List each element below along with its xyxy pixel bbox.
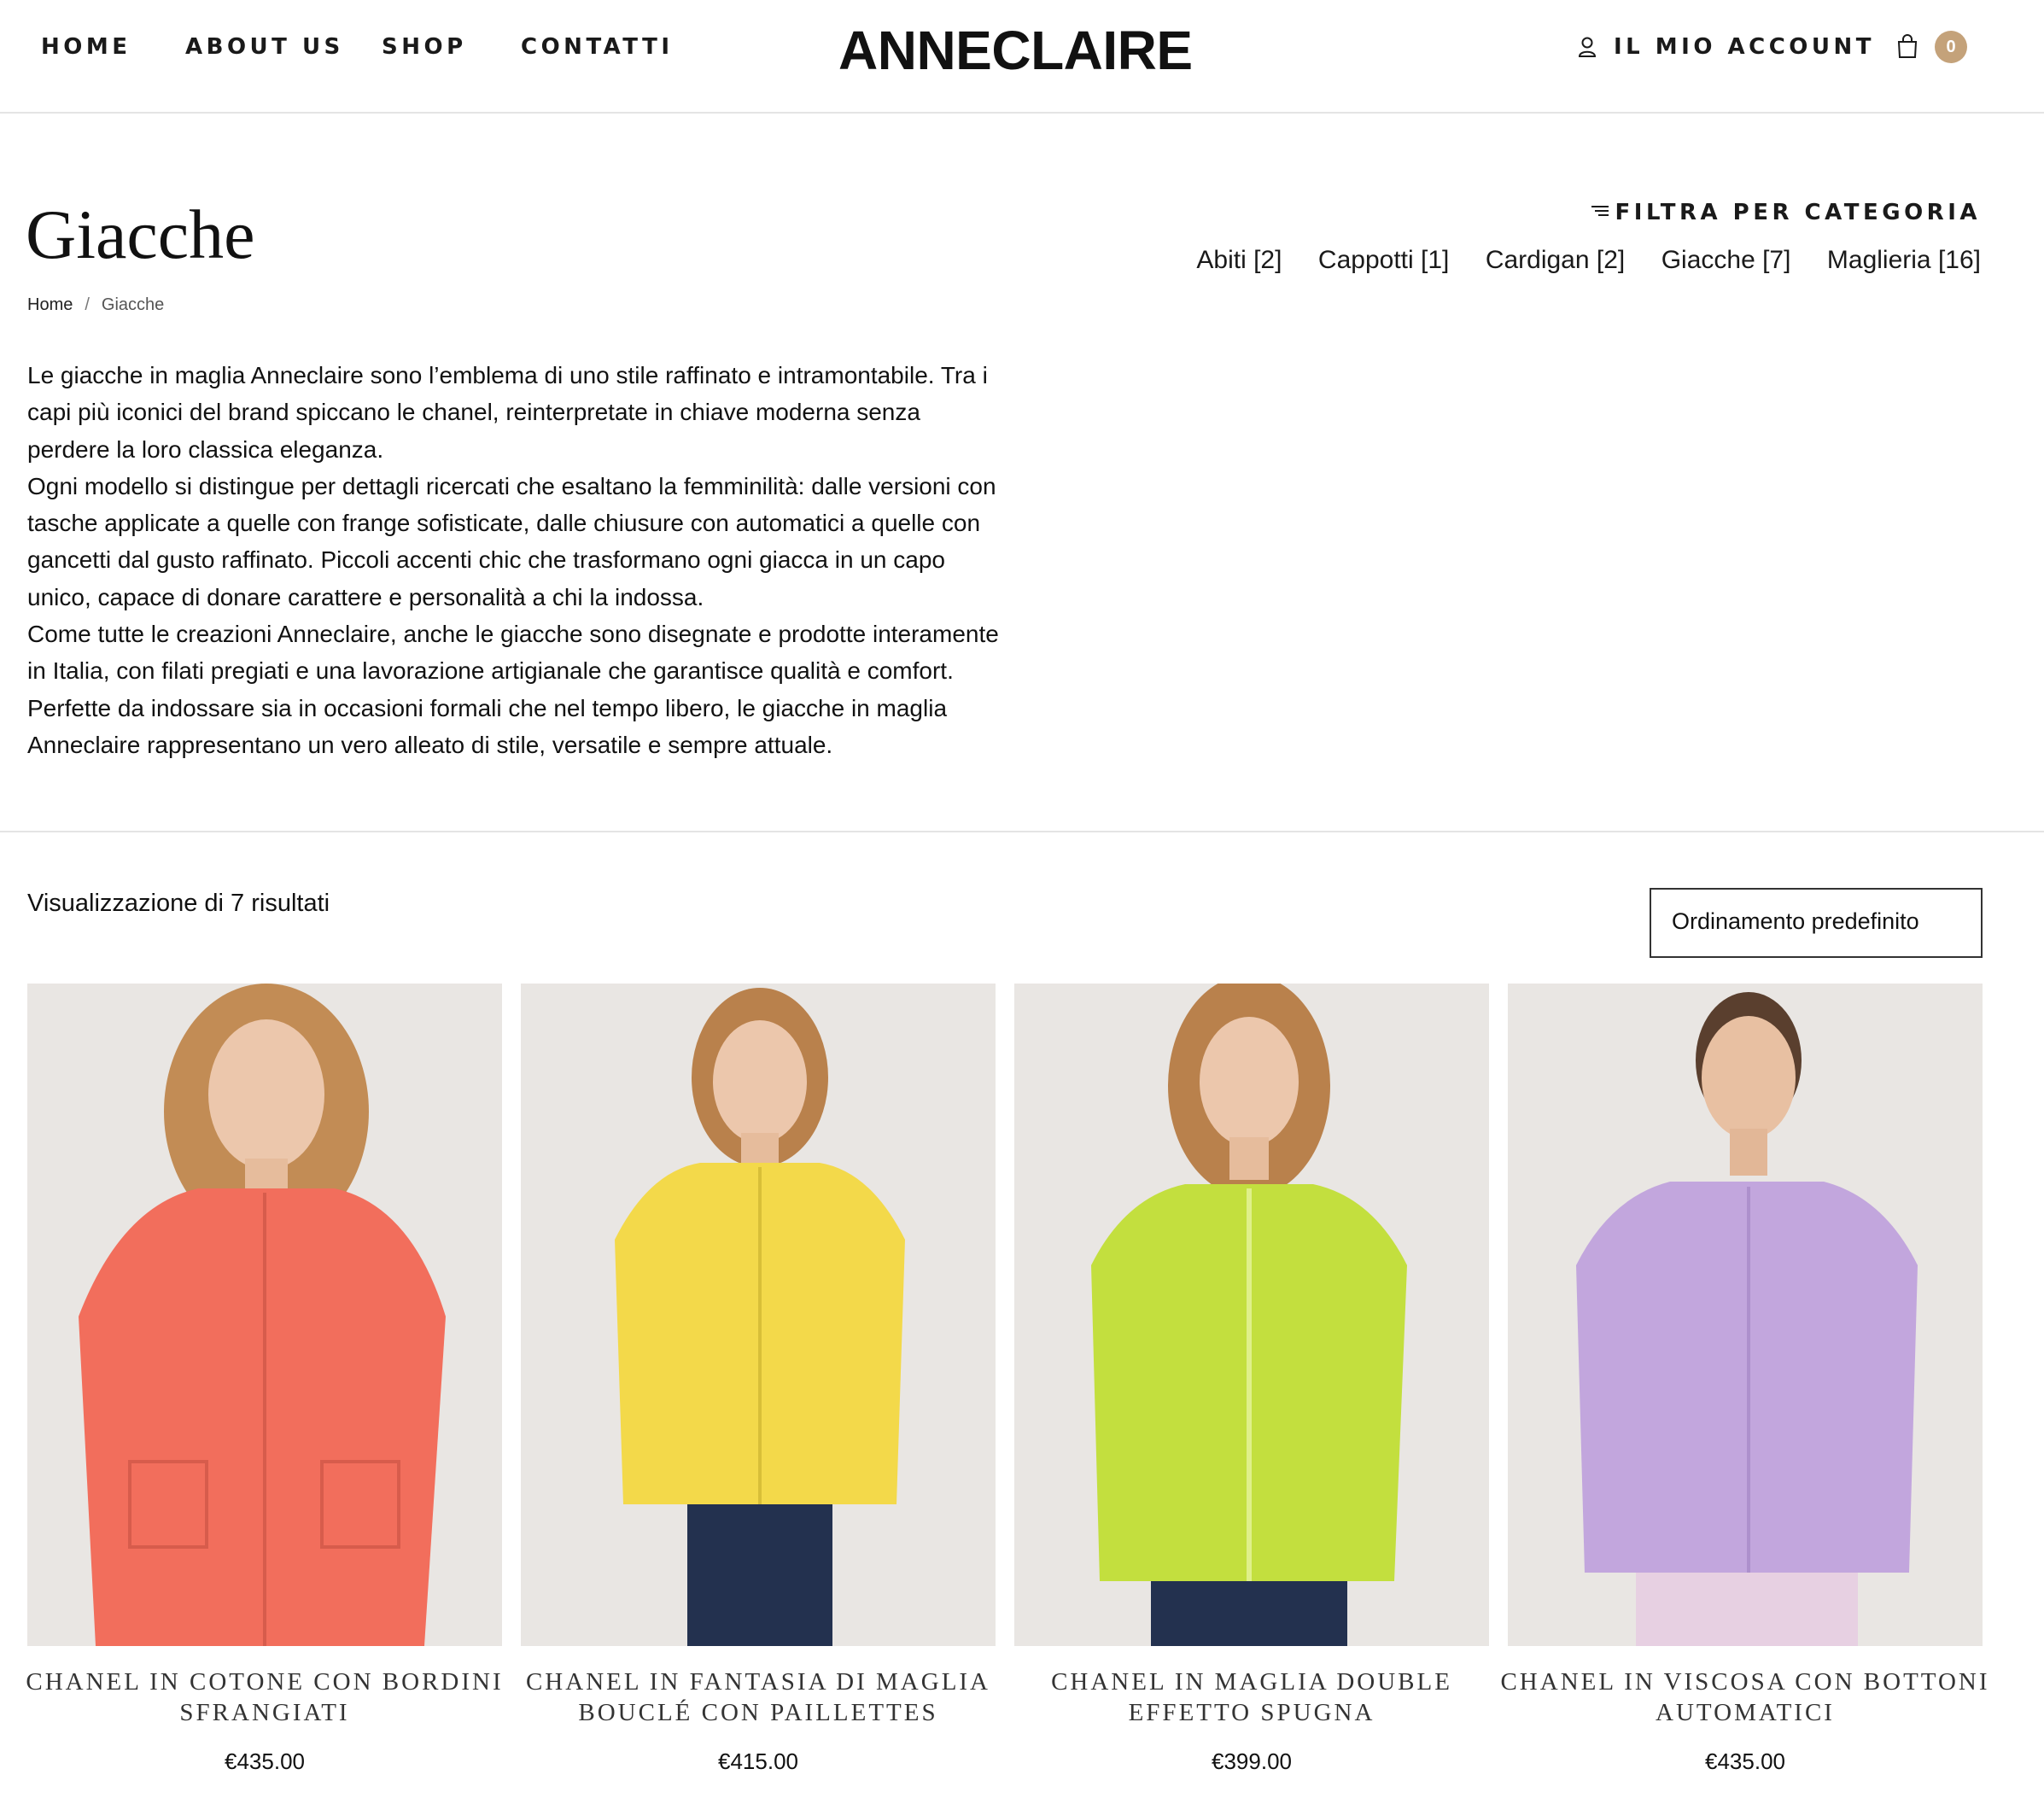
product-name[interactable]: CHANEL IN COTONE CON BORDINI SFRANGIATI — [12, 1667, 517, 1728]
category-filter-cardigan[interactable]: Cardigan [2] — [1486, 246, 1625, 274]
category-description: Le giacche in maglia Anneclaire sono l’e… — [27, 357, 1009, 763]
filter-lines-icon — [1591, 205, 1609, 216]
product-card[interactable]: CHANEL IN VISCOSA CON BOTTONI AUTOMATICI… — [1500, 984, 1988, 1786]
product-image[interactable] — [521, 984, 996, 1646]
product-name[interactable]: CHANEL IN MAGLIA DOUBLE EFFETTO SPUGNA — [999, 1667, 1504, 1728]
filter-heading: FILTRA PER CATEGORIA — [1590, 200, 1981, 225]
page-title: Giacche — [26, 196, 255, 273]
breadcrumb: Home / Giacche — [27, 295, 164, 315]
product-price: €415.00 — [718, 1748, 798, 1774]
description-paragraph: Ogni modello si distingue per dettagli r… — [27, 472, 996, 610]
nav-home-link[interactable]: HOME — [41, 34, 131, 60]
product-price: €399.00 — [1212, 1748, 1292, 1774]
product-image[interactable] — [1508, 984, 1983, 1646]
sort-select[interactable]: Ordinamento predefinito — [1650, 888, 1983, 958]
description-paragraph: Come tutte le creazioni Anneclaire, anch… — [27, 621, 999, 758]
description-paragraph: Le giacche in maglia Anneclaire sono l’e… — [27, 362, 988, 463]
product-price: €435.00 — [225, 1748, 305, 1774]
sort-selected-value: Ordinamento predefinito — [1672, 908, 1919, 934]
category-filter-abiti[interactable]: Abiti [2] — [1196, 246, 1282, 274]
product-name[interactable]: CHANEL IN FANTASIA DI MAGLIA BOUCLÉ CON … — [505, 1667, 1011, 1728]
shopping-bag-icon — [1897, 34, 1918, 58]
product-price: €435.00 — [1705, 1748, 1785, 1774]
user-icon — [1578, 37, 1597, 57]
product-card[interactable]: CHANEL IN FANTASIA DI MAGLIA BOUCLÉ CON … — [521, 984, 996, 1786]
breadcrumb-separator: / — [85, 295, 90, 314]
category-filter-maglieria[interactable]: Maglieria [16] — [1827, 246, 1981, 274]
category-filter-list: Abiti [2] Cappotti [1] Cardigan [2] Giac… — [1164, 246, 1981, 275]
category-filter-giacche[interactable]: Giacche [7] — [1661, 246, 1791, 274]
product-image[interactable] — [27, 984, 502, 1646]
nav-shop-link[interactable]: SHOP — [382, 34, 467, 60]
site-header: HOME ABOUT US SHOP CONTATTI ANNECLAIRE I… — [0, 0, 2044, 114]
filter-heading-label: FILTRA PER CATEGORIA — [1615, 200, 1981, 225]
cart-button[interactable]: 0 — [1897, 29, 1967, 67]
nav-contatti-link[interactable]: CONTATTI — [521, 34, 674, 60]
product-name[interactable]: CHANEL IN VISCOSA CON BOTTONI AUTOMATICI — [1492, 1667, 1998, 1728]
breadcrumb-home-link[interactable]: Home — [27, 295, 73, 314]
nav-about-us-link[interactable]: ABOUT US — [185, 34, 344, 60]
breadcrumb-current: Giacche — [101, 295, 165, 314]
brand-logo[interactable]: ANNECLAIRE — [838, 19, 1193, 82]
product-card[interactable]: CHANEL IN MAGLIA DOUBLE EFFETTO SPUGNA €… — [1014, 984, 1489, 1786]
product-card[interactable]: CHANEL IN COTONE CON BORDINI SFRANGIATI … — [26, 984, 502, 1786]
category-filter-cappotti[interactable]: Cappotti [1] — [1318, 246, 1449, 274]
product-image[interactable] — [1014, 984, 1489, 1646]
section-divider — [0, 831, 2044, 832]
cart-count-badge: 0 — [1935, 31, 1967, 63]
result-count: Visualizzazione di 7 risultati — [27, 890, 330, 917]
account-label: IL MIO ACCOUNT — [1614, 34, 1875, 60]
